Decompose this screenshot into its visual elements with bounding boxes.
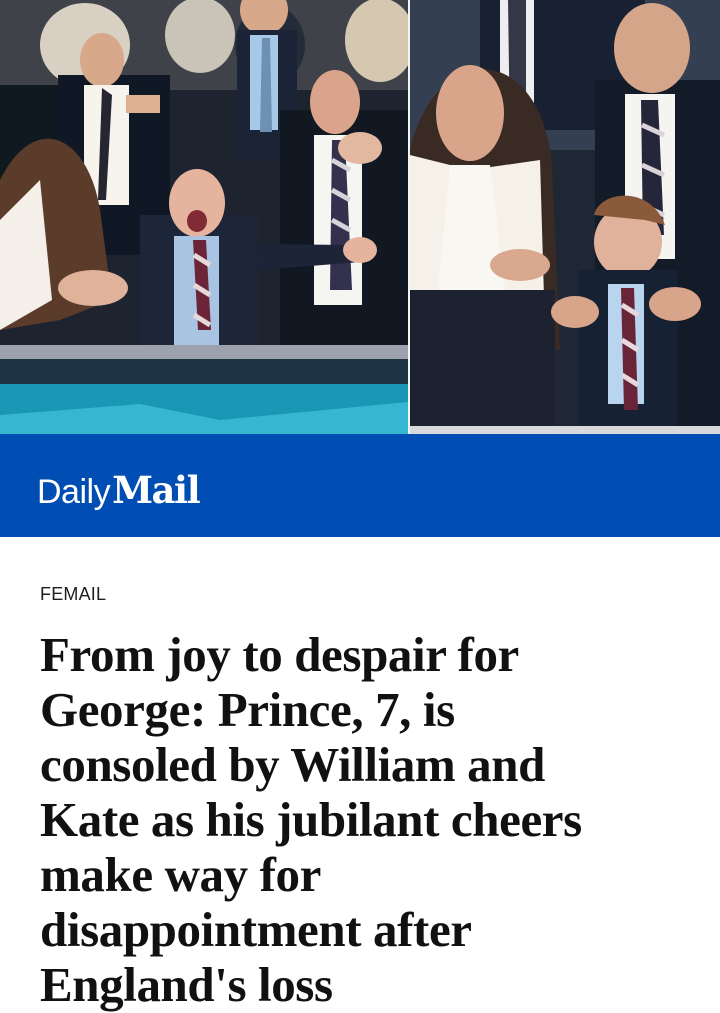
celebration-photo-illustration <box>0 0 408 434</box>
headline-line: make way for <box>40 847 321 902</box>
logo-mail-text: Mail <box>112 468 201 512</box>
hero-image-collage[interactable] <box>0 0 720 434</box>
consolation-photo[interactable] <box>410 0 720 434</box>
article-page: Daily Mail FEMAIL From joy to despair fo… <box>0 0 720 1013</box>
headline-line: Kate as his jubilant cheers <box>40 792 582 847</box>
headline-line: England's loss <box>40 957 333 1012</box>
article-header: FEMAIL From joy to despair for George: P… <box>0 537 720 1013</box>
daily-mail-logo[interactable]: Daily Mail <box>37 468 201 512</box>
article-headline: From joy to despair for George: Prince, … <box>40 627 680 1012</box>
logo-daily-text: Daily <box>37 473 111 511</box>
headline-line: From joy to despair for <box>40 627 519 682</box>
daily-mail-brand-bar: Daily Mail <box>0 434 720 537</box>
celebration-photo[interactable] <box>0 0 408 434</box>
headline-line: George: Prince, 7, is <box>40 682 455 737</box>
headline-line: consoled by William and <box>40 737 545 792</box>
consolation-photo-illustration <box>410 0 720 434</box>
headline-line: disappointment after <box>40 902 472 957</box>
section-label[interactable]: FEMAIL <box>40 584 106 605</box>
